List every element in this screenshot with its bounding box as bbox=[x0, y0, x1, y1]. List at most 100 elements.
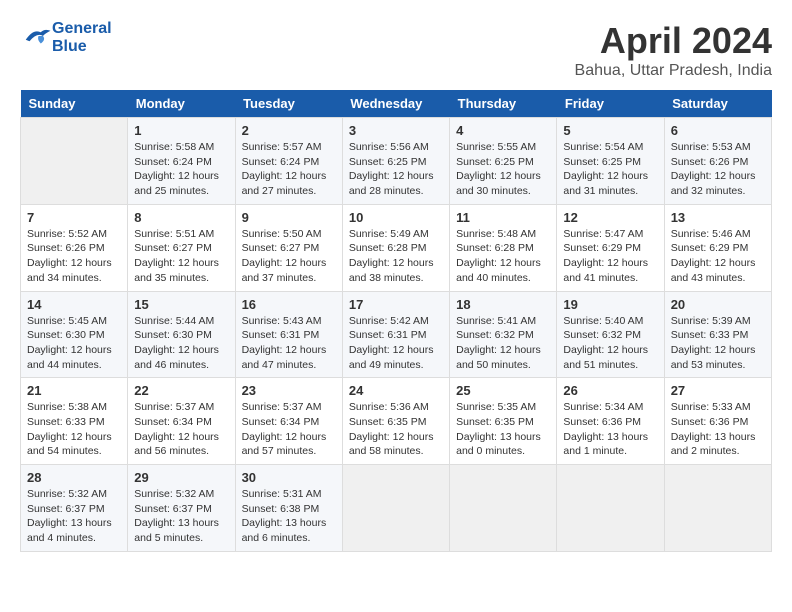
calendar-cell: 23 Sunrise: 5:37 AM Sunset: 6:34 PM Dayli… bbox=[235, 378, 342, 465]
logo-icon bbox=[22, 24, 52, 48]
calendar-cell: 2Sunrise: 5:57 AM Sunset: 6:24 PM Daylig… bbox=[235, 118, 342, 205]
day-number: 6 bbox=[671, 123, 765, 138]
day-info: Sunrise: 5:32 AM Sunset: 6:37 PM Dayligh… bbox=[27, 487, 121, 546]
calendar-cell: 29 Sunrise: 5:32 AM Sunset: 6:37 PM Dayli… bbox=[128, 465, 235, 552]
day-info: Sunrise: 5:52 AM Sunset: 6:26 PM Dayligh… bbox=[27, 227, 121, 286]
day-number: 20 bbox=[671, 297, 765, 312]
calendar-cell: 26 Sunrise: 5:34 AM Sunset: 6:36 PM Dayli… bbox=[557, 378, 664, 465]
day-number: 7 bbox=[27, 210, 121, 225]
calendar-cell bbox=[342, 465, 449, 552]
calendar-cell: 11 Sunrise: 5:48 AM Sunset: 6:28 PM Dayli… bbox=[450, 204, 557, 291]
calendar-cell: 19 Sunrise: 5:40 AM Sunset: 6:32 PM Dayli… bbox=[557, 291, 664, 378]
day-info: Sunrise: 5:35 AM Sunset: 6:35 PM Dayligh… bbox=[456, 400, 550, 459]
day-info: Sunrise: 5:53 AM Sunset: 6:26 PM Dayligh… bbox=[671, 140, 765, 199]
logo-text: General Blue bbox=[52, 20, 112, 56]
weekday-header: Wednesday bbox=[342, 90, 449, 118]
calendar-cell: 3 Sunrise: 5:56 AM Sunset: 6:25 PM Daylig… bbox=[342, 118, 449, 205]
calendar-cell: 1 Sunrise: 5:58 AM Sunset: 6:24 PM Daylig… bbox=[128, 118, 235, 205]
calendar-cell: 9 Sunrise: 5:50 AM Sunset: 6:27 PM Daylig… bbox=[235, 204, 342, 291]
day-info: Sunrise: 5:37 AM Sunset: 6:34 PM Dayligh… bbox=[242, 400, 336, 459]
day-number: 12 bbox=[563, 210, 657, 225]
logo: General Blue bbox=[20, 20, 112, 56]
weekday-header: Thursday bbox=[450, 90, 557, 118]
day-number: 1 bbox=[134, 123, 228, 138]
day-info: Sunrise: 5:32 AM Sunset: 6:37 PM Dayligh… bbox=[134, 487, 228, 546]
day-info: Sunrise: 5:54 AM Sunset: 6:25 PM Dayligh… bbox=[563, 140, 657, 199]
calendar-cell: 30Sunrise: 5:31 AM Sunset: 6:38 PM Dayli… bbox=[235, 465, 342, 552]
calendar-cell bbox=[557, 465, 664, 552]
weekday-header: Saturday bbox=[664, 90, 771, 118]
day-number: 18 bbox=[456, 297, 550, 312]
day-number: 17 bbox=[349, 297, 443, 312]
calendar-week-row: 21Sunrise: 5:38 AM Sunset: 6:33 PM Dayli… bbox=[21, 378, 772, 465]
calendar-cell: 24 Sunrise: 5:36 AM Sunset: 6:35 PM Dayli… bbox=[342, 378, 449, 465]
day-number: 14 bbox=[27, 297, 121, 312]
calendar-cell: 15 Sunrise: 5:44 AM Sunset: 6:30 PM Dayli… bbox=[128, 291, 235, 378]
calendar-cell: 25 Sunrise: 5:35 AM Sunset: 6:35 PM Dayli… bbox=[450, 378, 557, 465]
calendar-cell: 28Sunrise: 5:32 AM Sunset: 6:37 PM Dayli… bbox=[21, 465, 128, 552]
day-info: Sunrise: 5:34 AM Sunset: 6:36 PM Dayligh… bbox=[563, 400, 657, 459]
day-info: Sunrise: 5:31 AM Sunset: 6:38 PM Dayligh… bbox=[242, 487, 336, 546]
day-number: 16 bbox=[242, 297, 336, 312]
day-info: Sunrise: 5:41 AM Sunset: 6:32 PM Dayligh… bbox=[456, 314, 550, 373]
calendar-week-row: 28Sunrise: 5:32 AM Sunset: 6:37 PM Dayli… bbox=[21, 465, 772, 552]
day-info: Sunrise: 5:44 AM Sunset: 6:30 PM Dayligh… bbox=[134, 314, 228, 373]
calendar-cell: 18 Sunrise: 5:41 AM Sunset: 6:32 PM Dayli… bbox=[450, 291, 557, 378]
day-info: Sunrise: 5:45 AM Sunset: 6:30 PM Dayligh… bbox=[27, 314, 121, 373]
location-title: Bahua, Uttar Pradesh, India bbox=[575, 62, 772, 80]
weekday-header: Monday bbox=[128, 90, 235, 118]
day-number: 9 bbox=[242, 210, 336, 225]
day-number: 10 bbox=[349, 210, 443, 225]
day-info: Sunrise: 5:58 AM Sunset: 6:24 PM Dayligh… bbox=[134, 140, 228, 199]
day-info: Sunrise: 5:38 AM Sunset: 6:33 PM Dayligh… bbox=[27, 400, 121, 459]
weekday-header: Sunday bbox=[21, 90, 128, 118]
title-area: April 2024 Bahua, Uttar Pradesh, India bbox=[575, 20, 772, 80]
day-number: 13 bbox=[671, 210, 765, 225]
weekday-header-row: SundayMondayTuesdayWednesdayThursdayFrid… bbox=[21, 90, 772, 118]
calendar-cell: 14 Sunrise: 5:45 AM Sunset: 6:30 PM Dayli… bbox=[21, 291, 128, 378]
day-number: 23 bbox=[242, 383, 336, 398]
day-number: 4 bbox=[456, 123, 550, 138]
day-number: 15 bbox=[134, 297, 228, 312]
day-number: 25 bbox=[456, 383, 550, 398]
day-info: Sunrise: 5:33 AM Sunset: 6:36 PM Dayligh… bbox=[671, 400, 765, 459]
day-number: 26 bbox=[563, 383, 657, 398]
day-number: 5 bbox=[563, 123, 657, 138]
day-info: Sunrise: 5:47 AM Sunset: 6:29 PM Dayligh… bbox=[563, 227, 657, 286]
day-number: 19 bbox=[563, 297, 657, 312]
day-number: 22 bbox=[134, 383, 228, 398]
day-info: Sunrise: 5:36 AM Sunset: 6:35 PM Dayligh… bbox=[349, 400, 443, 459]
calendar-cell: 22Sunrise: 5:37 AM Sunset: 6:34 PM Dayli… bbox=[128, 378, 235, 465]
day-info: Sunrise: 5:57 AM Sunset: 6:24 PM Dayligh… bbox=[242, 140, 336, 199]
calendar-week-row: 7 Sunrise: 5:52 AM Sunset: 6:26 PM Daylig… bbox=[21, 204, 772, 291]
calendar-cell: 6 Sunrise: 5:53 AM Sunset: 6:26 PM Daylig… bbox=[664, 118, 771, 205]
calendar-cell bbox=[450, 465, 557, 552]
calendar-cell: 8Sunrise: 5:51 AM Sunset: 6:27 PM Daylig… bbox=[128, 204, 235, 291]
calendar-week-row: 1 Sunrise: 5:58 AM Sunset: 6:24 PM Daylig… bbox=[21, 118, 772, 205]
day-number: 29 bbox=[134, 470, 228, 485]
calendar-cell: 20 Sunrise: 5:39 AM Sunset: 6:33 PM Dayli… bbox=[664, 291, 771, 378]
calendar-cell: 4Sunrise: 5:55 AM Sunset: 6:25 PM Daylig… bbox=[450, 118, 557, 205]
day-info: Sunrise: 5:40 AM Sunset: 6:32 PM Dayligh… bbox=[563, 314, 657, 373]
calendar-cell: 21Sunrise: 5:38 AM Sunset: 6:33 PM Dayli… bbox=[21, 378, 128, 465]
page-header: General Blue April 2024 Bahua, Uttar Pra… bbox=[20, 20, 772, 80]
day-info: Sunrise: 5:48 AM Sunset: 6:28 PM Dayligh… bbox=[456, 227, 550, 286]
day-number: 27 bbox=[671, 383, 765, 398]
calendar-cell: 5 Sunrise: 5:54 AM Sunset: 6:25 PM Daylig… bbox=[557, 118, 664, 205]
day-info: Sunrise: 5:50 AM Sunset: 6:27 PM Dayligh… bbox=[242, 227, 336, 286]
day-number: 11 bbox=[456, 210, 550, 225]
day-info: Sunrise: 5:39 AM Sunset: 6:33 PM Dayligh… bbox=[671, 314, 765, 373]
calendar-week-row: 14 Sunrise: 5:45 AM Sunset: 6:30 PM Dayli… bbox=[21, 291, 772, 378]
calendar-cell: 7 Sunrise: 5:52 AM Sunset: 6:26 PM Daylig… bbox=[21, 204, 128, 291]
calendar-cell: 16Sunrise: 5:43 AM Sunset: 6:31 PM Dayli… bbox=[235, 291, 342, 378]
day-info: Sunrise: 5:42 AM Sunset: 6:31 PM Dayligh… bbox=[349, 314, 443, 373]
day-info: Sunrise: 5:56 AM Sunset: 6:25 PM Dayligh… bbox=[349, 140, 443, 199]
day-number: 24 bbox=[349, 383, 443, 398]
day-info: Sunrise: 5:46 AM Sunset: 6:29 PM Dayligh… bbox=[671, 227, 765, 286]
weekday-header: Tuesday bbox=[235, 90, 342, 118]
calendar-cell bbox=[664, 465, 771, 552]
calendar-cell: 27 Sunrise: 5:33 AM Sunset: 6:36 PM Dayli… bbox=[664, 378, 771, 465]
month-title: April 2024 bbox=[575, 20, 772, 62]
day-number: 3 bbox=[349, 123, 443, 138]
weekday-header: Friday bbox=[557, 90, 664, 118]
